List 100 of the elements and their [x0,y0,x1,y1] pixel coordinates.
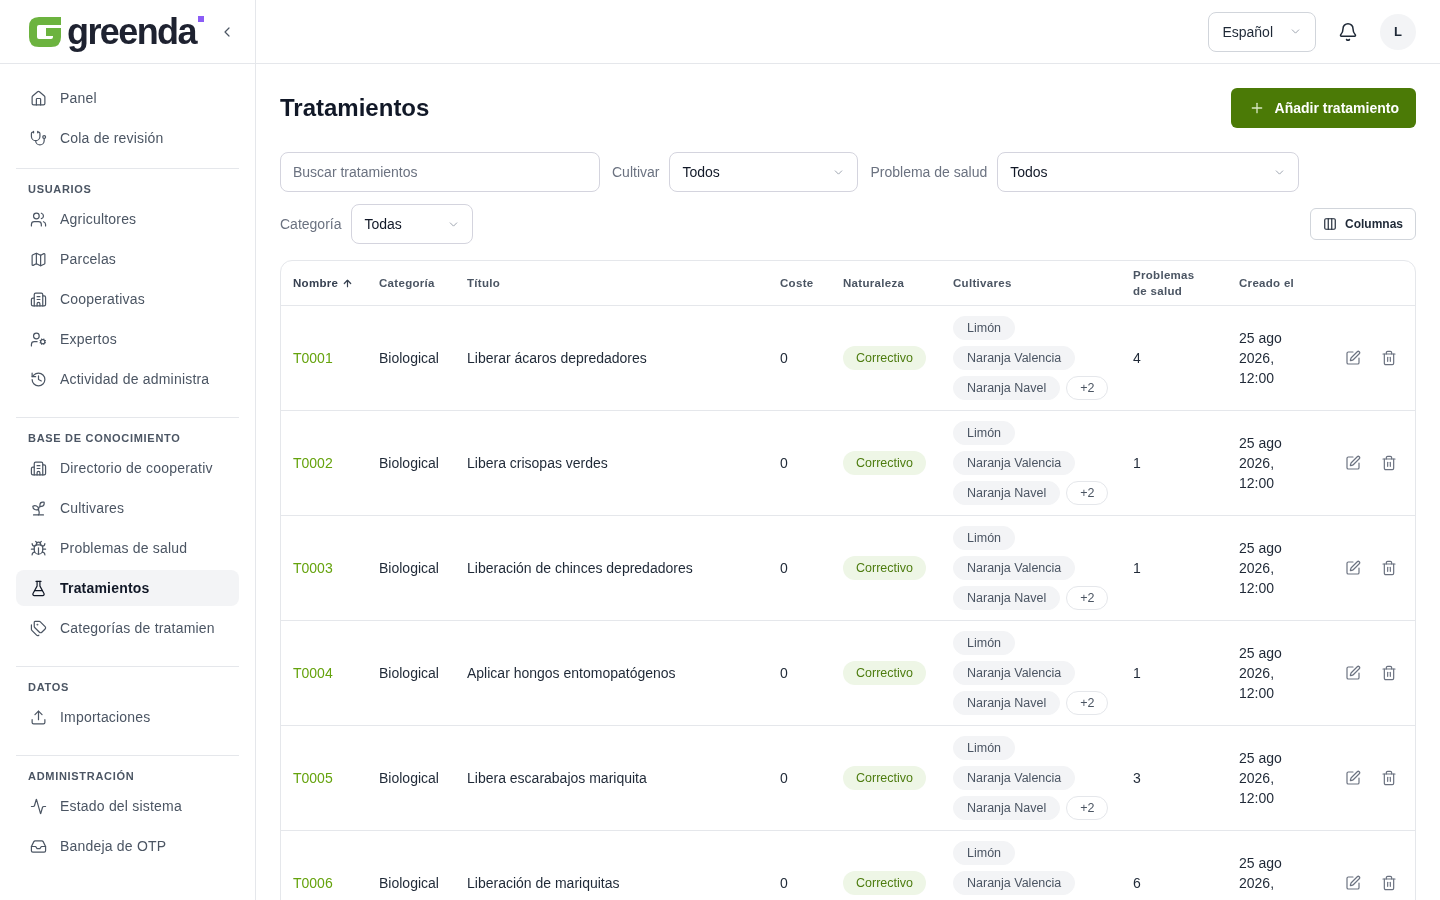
trash-icon[interactable] [1381,455,1397,471]
cultivar-tag: Naranja Navel [953,796,1061,820]
upload-icon [30,708,47,726]
trash-icon[interactable] [1381,350,1397,366]
nav-item[interactable]: Estado del sistema [16,788,239,824]
column-header[interactable]: Naturaleza [843,275,905,291]
square-icon [197,15,204,22]
search-field[interactable]: Buscar tratamientos [280,152,600,192]
trash-icon[interactable] [1381,665,1397,681]
cultivar-tag: Limón [953,316,1016,340]
table-cell-text: Biological [378,559,440,578]
sort-arrow-up-icon [342,277,354,289]
cultivar-tag: Naranja Valencia [953,556,1076,580]
nav-item[interactable]: Bandeja de OTP [16,828,239,864]
cultivar-tag: Naranja Valencia [953,346,1076,370]
cultivar-tag: Limón [953,526,1016,550]
table-cell-text: Biological [378,349,440,368]
more-count-tag: +2 [1066,586,1109,610]
building-icon [30,459,47,477]
trash-icon[interactable] [1381,770,1397,786]
nav-item[interactable]: Importaciones [16,699,239,735]
edit-icon[interactable] [1345,770,1361,786]
user-avatar[interactable]: L [1380,13,1416,50]
column-header[interactable]: Cultivares [953,275,1012,291]
nav-item[interactable]: Categorías de tratamien [16,610,239,646]
nav-section-heading: DATOS [27,680,70,695]
table-cell-text: Biological [378,874,440,893]
column-header[interactable]: Nombre [293,275,354,291]
table-cell-text: 25 ago 2026, 12:00 [1238,434,1283,493]
flask-icon [30,579,47,597]
column-header[interactable]: Coste [780,275,814,291]
edit-icon[interactable] [1345,875,1361,891]
more-count-tag: +2 [1066,691,1109,715]
table-cell-text: 25 ago 2026, 12:00 [1238,749,1283,808]
table-cell-text: 0 [779,664,789,683]
nav-item[interactable]: Panel [16,80,239,116]
table-cell-text: 1 [1132,664,1142,683]
table-cell-text: 25 ago 2026, [1238,854,1283,893]
notification-bell-icon[interactable] [1338,21,1358,42]
table-cell-text: Liberación de chinces depredadores [466,559,694,578]
filter-select[interactable]: Todos [997,152,1300,192]
nav-item[interactable]: Expertos [16,321,239,357]
nav-item[interactable]: Parcelas [16,241,239,277]
filter-select[interactable]: Todos [669,152,859,192]
trash-icon[interactable] [1381,875,1397,891]
nature-tag: Correctivo [843,766,926,790]
edit-icon[interactable] [1345,665,1361,681]
nav-item[interactable]: Problemas de salud [16,530,239,566]
nav-item[interactable]: Tratamientos [16,570,239,606]
table-cell-text: 0 [779,454,789,473]
column-header[interactable]: Título [467,275,501,291]
cultivar-tag: Limón [953,421,1016,445]
table-cell-text: Biological [378,664,440,683]
trash-icon[interactable] [1381,560,1397,576]
column-header[interactable]: Problemas de salud [1133,267,1205,299]
nature-tag: Correctivo [843,661,926,685]
language-select[interactable]: Español [1208,11,1316,52]
nav-item[interactable]: Cooperativas [16,281,239,317]
nav-section-heading: ADMINISTRACIÓN [27,769,136,784]
edit-icon[interactable] [1345,560,1361,576]
nav-item[interactable]: Directorio de cooperativ [16,450,239,486]
building-icon [30,290,47,308]
cultivar-tag: Naranja Navel [953,691,1061,715]
table-cell-text: Liberar ácaros depredadores [466,349,648,368]
cultivar-tag: Limón [953,841,1016,865]
cultivar-tag: Naranja Valencia [953,451,1076,475]
cultivar-tag: Naranja Navel [953,481,1061,505]
nav-section-heading: USUARIOS [27,182,93,197]
table-cell-text: 0 [779,349,789,368]
table-cell-text: 25 ago 2026, 12:00 [1238,644,1283,703]
nav-item[interactable]: Actividad de administra [16,361,239,397]
nav-section-heading: BASE DE CONOCIMIENTO [27,431,182,446]
edit-icon[interactable] [1345,455,1361,471]
table-cell-text: 1 [1132,454,1142,473]
filter-label: Problema de salud [870,164,988,180]
cultivar-tag: Naranja Navel [953,376,1061,400]
columns-button[interactable]: Columnas [1310,208,1416,240]
nav-item[interactable]: Cola de revisión [16,120,239,156]
edit-icon[interactable] [1345,350,1361,366]
nav-item[interactable]: Cultivares [16,490,239,526]
table-cell-text: 6 [1132,874,1142,893]
nature-tag: Correctivo [843,871,926,895]
table-cell-text: Biological [378,454,440,473]
filter-select[interactable]: Todas [351,204,474,244]
nav-item[interactable]: Agricultores [16,201,239,237]
column-header[interactable]: Creado el [1239,275,1295,291]
add-treatment-button[interactable]: Añadir tratamiento [1230,88,1416,128]
table-cell-text: 0 [779,874,789,893]
logo-text: greenda [67,13,196,50]
table-cell-text: Liberación de mariquitas [466,874,621,893]
cultivar-tag: Naranja Valencia [953,766,1076,790]
cultivar-tag: Limón [953,736,1016,760]
bug-icon [30,539,47,557]
cultivar-tag: Limón [953,631,1016,655]
column-header[interactable]: Categoría [379,275,435,291]
table-cell-text: 0 [779,769,789,788]
nature-tag: Correctivo [843,451,926,475]
more-count-tag: +2 [1066,481,1109,505]
more-count-tag: +2 [1066,376,1109,400]
stethoscope-icon [30,129,47,147]
